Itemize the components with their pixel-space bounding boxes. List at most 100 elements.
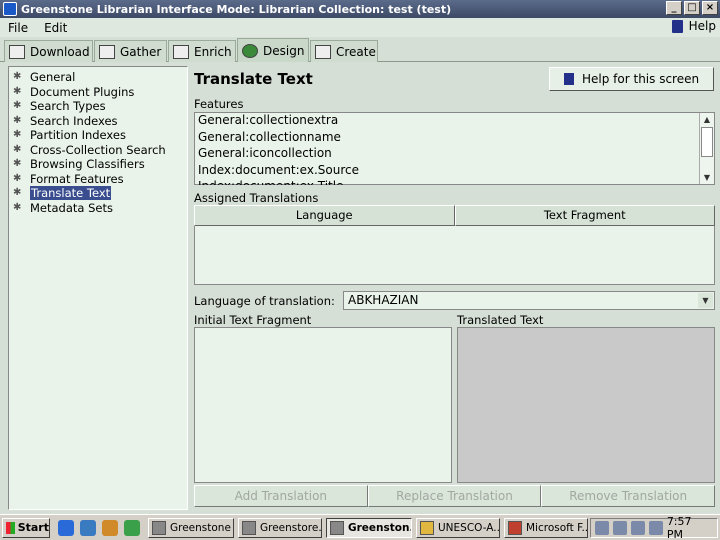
sidebar-item-format-features[interactable]: ✱ Format Features (9, 172, 187, 187)
translations-table[interactable] (194, 226, 715, 285)
column-header-text-fragment[interactable]: Text Fragment (454, 205, 715, 226)
sidebar-item-general[interactable]: ✱ General (9, 70, 187, 85)
sidebar-item-cross-collection-search[interactable]: ✱ Cross-Collection Search (9, 143, 187, 158)
taskbar-item-microsoft[interactable]: Microsoft F... (504, 517, 588, 538)
bullet-icon: ✱ (13, 158, 22, 170)
ie-icon[interactable] (58, 519, 74, 536)
close-button[interactable]: × (702, 1, 718, 15)
sidebar-item-search-indexes[interactable]: ✱ Search Indexes (9, 114, 187, 129)
menu-help-label: Help (688, 19, 716, 33)
tray-app-icon[interactable] (648, 521, 663, 535)
taskbar-item-greenstone-3[interactable]: Greenston... (326, 517, 412, 538)
language-label: Language of translation: (194, 294, 335, 308)
taskbar-item-greenstone-1[interactable]: Greenstone ... (148, 517, 234, 538)
start-label: Start (17, 521, 49, 534)
tab-enrich[interactable]: Enrich (168, 40, 236, 62)
bullet-icon: ✱ (13, 100, 22, 112)
scroll-down-icon[interactable]: ▼ (700, 171, 714, 184)
features-scrollbar[interactable]: ▲ ▼ (699, 113, 714, 184)
column-header-language[interactable]: Language (194, 205, 455, 226)
translated-text-area[interactable] (457, 327, 715, 483)
list-item[interactable]: Index:document:ex.Source (195, 163, 714, 180)
enrich-icon (173, 44, 189, 59)
features-label: Features (194, 97, 244, 111)
help-button-label: Help for this screen (582, 72, 700, 86)
start-button[interactable]: Start (2, 517, 50, 538)
desktop-icon[interactable] (124, 519, 140, 536)
greenstone-icon (152, 520, 166, 535)
bullet-icon: ✱ (13, 114, 22, 126)
help-for-screen-button[interactable]: Help for this screen (549, 67, 714, 91)
network-icon[interactable] (595, 521, 609, 535)
translations-table-header: Language Text Fragment (194, 205, 715, 226)
menu-edit[interactable]: Edit (36, 21, 75, 35)
minimize-button[interactable]: _ (666, 1, 682, 15)
media-icon[interactable] (102, 519, 118, 536)
windows-logo-icon (6, 521, 15, 534)
tab-bar: Download Gather Enrich Design Create (0, 38, 720, 62)
sidebar-item-partition-indexes[interactable]: ✱ Partition Indexes (9, 128, 187, 143)
bullet-icon: ✱ (13, 143, 22, 155)
taskbar-item-label: Greenstone ... (170, 521, 233, 534)
initial-text-area[interactable] (194, 327, 452, 483)
tab-label: Design (263, 43, 305, 58)
security-icon[interactable] (630, 521, 645, 535)
download-icon (9, 44, 25, 59)
remove-translation-button[interactable]: Remove Translation (541, 485, 716, 507)
help-book-icon (671, 19, 683, 33)
list-item[interactable]: Index:document:ex.Title (195, 179, 714, 185)
tab-design[interactable]: Design (237, 38, 309, 62)
add-translation-button[interactable]: Add Translation (194, 485, 368, 507)
bullet-icon: ✱ (13, 201, 22, 213)
list-item[interactable]: General:iconcollection (195, 146, 714, 163)
clock[interactable]: 7:57 PM (667, 515, 711, 540)
tab-label: Gather (120, 44, 162, 59)
create-icon (315, 44, 331, 59)
tab-label: Download (30, 44, 90, 59)
sidebar-item-translate-text[interactable]: ✱ Translate Text (9, 186, 187, 201)
initial-text-label: Initial Text Fragment (194, 313, 312, 327)
volume-icon[interactable] (612, 521, 627, 535)
taskbar-item-unesco[interactable]: UNESCO-A... (416, 517, 500, 538)
menu-help[interactable]: Help (671, 19, 716, 33)
title-bar: Greenstone Librarian Interface Mode: Lib… (0, 0, 720, 18)
bullet-icon: ✱ (13, 85, 22, 97)
window-title: Greenstone Librarian Interface Mode: Lib… (21, 2, 452, 16)
scroll-thumb[interactable] (701, 127, 713, 157)
chevron-down-icon[interactable]: ▼ (698, 293, 713, 308)
gather-icon (99, 44, 115, 59)
tab-gather[interactable]: Gather (94, 40, 167, 62)
sidebar-item-browsing-classifiers[interactable]: ✱ Browsing Classifiers (9, 157, 187, 172)
tab-label: Enrich (194, 44, 232, 59)
tab-create[interactable]: Create (310, 40, 378, 62)
system-tray: 7:57 PM (590, 515, 718, 540)
maximize-button[interactable]: □ (684, 1, 700, 15)
gear-icon (242, 43, 258, 58)
taskbar-item-label: UNESCO-A... (438, 521, 500, 534)
tab-label: Create (336, 44, 376, 59)
assigned-translations-label: Assigned Translations (194, 191, 319, 205)
translation-actions: Add Translation Replace Translation Remo… (194, 485, 716, 507)
sidebar-item-document-plugins[interactable]: ✱ Document Plugins (9, 85, 187, 100)
taskbar-item-label: Greenstore... (260, 521, 322, 534)
bullet-icon: ✱ (13, 172, 22, 184)
outlook-icon[interactable] (80, 519, 96, 536)
window-controls: _ □ × (666, 1, 718, 15)
language-select[interactable]: ABKHAZIAN ▼ (343, 291, 715, 310)
page-title: Translate Text (194, 70, 313, 88)
app-icon (3, 2, 17, 16)
scroll-up-icon[interactable]: ▲ (700, 113, 714, 126)
tab-download[interactable]: Download (4, 40, 93, 62)
list-item[interactable]: General:collectionname (195, 130, 714, 147)
bullet-icon: ✱ (13, 129, 22, 141)
help-book-icon (564, 73, 574, 85)
language-select-value: ABKHAZIAN (348, 293, 419, 307)
menu-file[interactable]: File (0, 21, 36, 35)
list-item[interactable]: General:collectionextra (195, 113, 714, 130)
taskbar-item-greenstone-2[interactable]: Greenstore... (238, 517, 322, 538)
greenstone-icon (330, 520, 344, 535)
replace-translation-button[interactable]: Replace Translation (367, 485, 542, 507)
features-list[interactable]: General:collectionextra General:collecti… (194, 112, 715, 185)
sidebar-item-search-types[interactable]: ✱ Search Types (9, 99, 187, 114)
sidebar-item-metadata-sets[interactable]: ✱ Metadata Sets (9, 201, 187, 216)
